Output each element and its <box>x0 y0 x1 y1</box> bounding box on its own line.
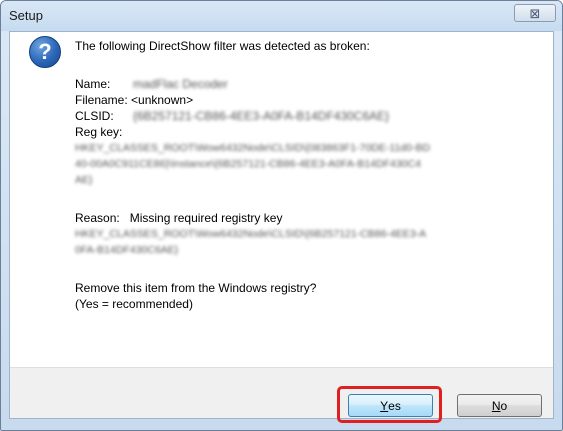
reason-label: Reason: <box>75 211 120 225</box>
filename-value: <unknown> <box>131 93 194 107</box>
title-bar: Setup ⊠ <box>1 1 562 31</box>
name-value: madFlac Decoder <box>133 77 228 91</box>
reason-row: Reason: Missing required registry key <box>75 210 535 226</box>
no-mnemonic: N <box>491 398 501 413</box>
reason-value: Missing required registry key <box>129 211 283 225</box>
message-body: The following DirectShow filter was dete… <box>75 38 535 312</box>
close-icon: ⊠ <box>529 5 541 21</box>
yes-mnemonic: Y <box>380 398 389 413</box>
regkey-line-3: AE} <box>75 174 93 186</box>
yes-button[interactable]: Yes <box>348 394 433 417</box>
yes-label-rest: es <box>388 398 401 413</box>
clsid-label: CLSID: <box>75 109 114 123</box>
no-button[interactable]: No <box>457 394 542 417</box>
filename-row: Filename: <unknown> <box>75 92 535 108</box>
question-icon: ? <box>29 36 61 68</box>
window-title: Setup <box>9 8 43 23</box>
regkey-line-1: HKEY_CLASSES_ROOT\Wow6432Node\CLSID\{083… <box>75 142 431 154</box>
regkey-line-2: 40-00A0C911CE86}\Instance\{6B257121-CB86… <box>75 158 421 170</box>
reason-line-1: HKEY_CLASSES_ROOT\Wow6432Node\CLSID\{6B2… <box>75 228 427 240</box>
no-label-rest: o <box>500 398 508 413</box>
setup-dialog: Setup ⊠ ? The following DirectShow filte… <box>0 0 563 431</box>
clsid-row: CLSID: {6B257121-CB86-4EE3-A0FA-B14DF430C… <box>75 108 535 124</box>
name-label: Name: <box>75 77 111 91</box>
name-row: Name: madFlac Decoder <box>75 76 535 92</box>
filename-label: Filename: <box>75 93 128 107</box>
reason-line-2: 0FA-B14DF430C6AE} <box>75 244 179 256</box>
regkey-label: Reg key: <box>75 125 123 139</box>
message-heading: The following DirectShow filter was dete… <box>75 39 370 53</box>
clsid-value: {6B257121-CB86-4EE3-A0FA-B14DF430C6AE} <box>133 109 390 123</box>
question-text: Remove this item from the Windows regist… <box>75 281 317 295</box>
close-button[interactable]: ⊠ <box>514 4 556 22</box>
recommendation-text: (Yes = recommended) <box>75 297 193 311</box>
